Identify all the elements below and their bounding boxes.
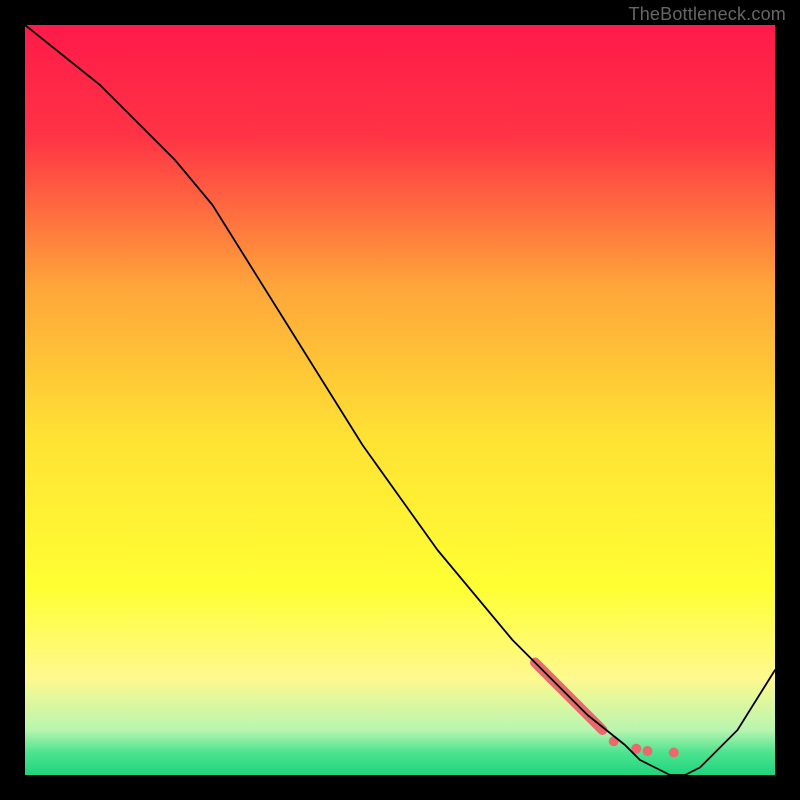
highlight-dot [643, 746, 653, 756]
bottleneck-chart [25, 25, 775, 775]
plot-area [25, 25, 775, 775]
chart-wrapper: TheBottleneck.com [0, 0, 800, 800]
highlight-dot [669, 748, 679, 758]
gradient-background [25, 25, 775, 775]
attribution-text: TheBottleneck.com [629, 4, 786, 25]
